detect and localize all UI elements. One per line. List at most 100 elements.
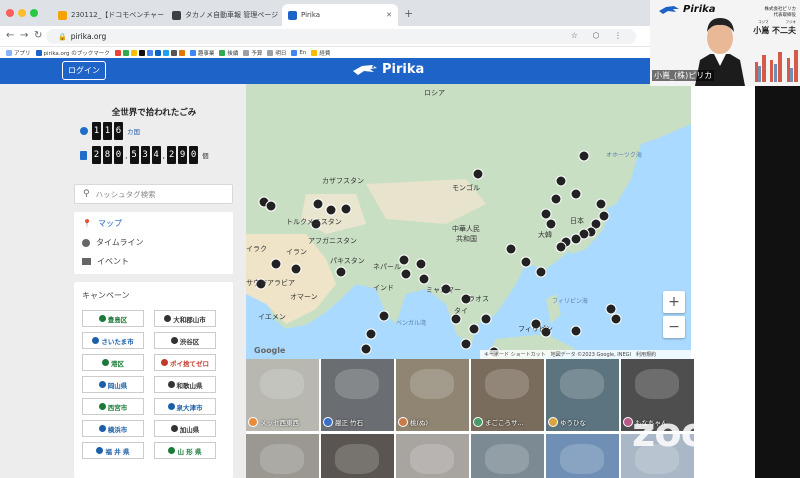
photo-image [485,369,529,399]
trash-photo-card[interactable]: 桃(ぬ) [396,359,469,431]
bookmarks-bar: アプリ pirika.org のブックマーク 趣事業 後續 予算 明日 En 経… [0,47,650,58]
campaign-logo[interactable]: 大和郡山市 [154,310,216,327]
trash-photo-card[interactable] [546,434,619,478]
tab-favicon-icon [58,10,67,20]
campaign-logo-label: 岡山県 [107,381,128,390]
pirika-logo[interactable]: Pirika [352,62,424,77]
digit: 2 [92,146,101,164]
trash-photo-card[interactable]: 巌正 竹石 [321,359,394,431]
map-label: ラオス [468,295,489,303]
browser-tab-active[interactable]: Pirika ✕ [282,4,398,26]
campaign-logo[interactable]: 渋谷区 [154,332,216,349]
login-button[interactable]: ログイン [62,61,106,80]
trash-photo-card[interactable] [246,434,319,478]
bookmark-4[interactable]: 予算 [243,49,262,57]
speaker-video: Pirika 株式会社ピリカ 代表取締役 コジマ フジオ 小嶌 不二夫 小嶌_(… [650,0,800,86]
address-bar[interactable]: 🔒 pirika.org ☆ ⬡ ⋮ [46,29,636,44]
minimize-window-button[interactable] [18,9,26,17]
campaign-logo-label: 大和郡山市 [173,315,206,324]
bookmark-3[interactable]: 後續 [219,49,238,57]
nav-timeline[interactable]: タイムライン [82,237,143,248]
clock-icon [82,238,90,247]
campaign-logo-label: 港区 [111,359,124,368]
campaign-logo-label: 横浜市 [107,425,128,434]
back-icon[interactable]: ← [6,30,14,41]
campaign-logo[interactable]: さいたま市 [82,332,144,349]
user-avatar [248,417,258,427]
campaign-logo[interactable]: 港区 [82,354,144,371]
nav-map-label: マップ [97,219,122,228]
trash-photo-card[interactable]: ゆうひな [546,359,619,431]
user-avatar [473,417,483,427]
left-sidebar: 全世界で拾われたごみ 1 1 6 カ国 2 8 0 , 5 3 4 , 2 9 … [0,84,246,478]
terms-link[interactable]: 利用規約 [636,351,656,358]
trash-can-icon [80,150,87,160]
keyboard-shortcuts-link[interactable]: キーボード ショートカット [484,351,546,358]
bookmark-6[interactable]: En [291,49,306,56]
photo-user: メッセ西東西 [248,417,299,427]
reload-icon[interactable]: ↻ [34,30,42,41]
photo-image [260,369,304,399]
campaign-logo[interactable]: 福 井 県 [82,442,144,459]
bird-logo-icon [353,64,377,75]
map-label: 日本 [570,217,584,225]
digit: 1 [92,122,101,140]
countries-unit: カ国 [127,128,140,136]
bookmark-7[interactable]: 経費 [311,49,330,57]
trash-photo-card[interactable]: メッセ西東西 [246,359,319,431]
hashtag-search-input[interactable]: ⚲ ハッシュタグ検索 [74,184,233,204]
participant-name: 小嶌_(株)ピリカ [652,70,715,81]
trash-photo-card[interactable] [321,434,394,478]
video-role: 代表取締役 [773,13,797,18]
close-window-button[interactable] [6,9,14,17]
forward-icon[interactable]: → [20,30,28,41]
maximize-window-button[interactable] [30,9,38,17]
campaign-logo-label: さいたま市 [101,337,134,346]
campaign-logo[interactable]: 山 形 県 [154,442,216,459]
campaign-logo[interactable]: 横浜市 [82,420,144,437]
trash-photo-card[interactable] [471,434,544,478]
map-attribution: キーボード ショートカット 地図データ ©2023 Google, INEGI … [480,350,691,359]
tab-close-icon[interactable]: ✕ [386,11,392,19]
nav-event[interactable]: イベント [82,256,129,267]
nav-event-label: イベント [97,257,129,266]
campaign-logo[interactable]: 豊島区 [82,310,144,327]
campaign-logo[interactable]: 岡山県 [82,376,144,393]
photo-image [410,369,454,399]
bookmark-2[interactable]: 趣事業 [189,49,214,57]
digit: 0 [114,146,123,164]
bookmark-5[interactable]: 明日 [267,49,286,57]
campaign-logo[interactable]: ポイ捨てゼロ [154,354,216,371]
map-label: ベンガル湾 [396,320,427,327]
nav-timeline-label: タイムライン [96,238,144,247]
trash-photo-card[interactable]: まごころサ... [471,359,544,431]
google-logo: Google [254,346,286,355]
map-label: ミャンマー [426,286,461,294]
trash-photo-card[interactable] [396,434,469,478]
nav-map[interactable]: 📍 マップ [82,218,122,229]
map-label: ロシア [424,89,445,97]
star-icon[interactable]: ☆ ⬡ ⋮ [571,31,628,40]
zoom-out-button[interactable]: − [663,316,685,338]
new-tab-icon[interactable]: + [404,7,413,20]
photo-image [335,444,379,474]
world-map[interactable]: ロシア カザフスタン モンゴル トルクメニスタン アフガニスタン イラン イラク… [246,84,691,359]
browser-tab-1[interactable]: 230112_【ドコモベンチャーズピ ✕ [52,4,164,26]
campaign-emblem-icon [168,447,176,454]
bookmark-apps[interactable]: アプリ [6,49,31,57]
bookmark-icons[interactable] [114,49,185,56]
user-name: まごころサ... [485,419,524,427]
campaign-logo[interactable]: 加山県 [154,420,216,437]
tab-title: Pirika [301,11,321,19]
video-brand: Pirika [683,4,716,15]
campaign-logo[interactable]: 泉大津市 [154,398,216,415]
campaign-emblem-icon [98,315,106,322]
url-text: pirika.org [70,32,107,41]
browser-tab-2[interactable]: タカノメ自動車報 管理ページ ✕ [166,4,280,26]
campaign-emblem-icon [98,425,106,432]
campaign-logo[interactable]: 西宮市 [82,398,144,415]
separator: , [125,150,128,160]
campaign-logo[interactable]: 和歌山県 [154,376,216,393]
bookmark-pirika[interactable]: pirika.org のブックマーク [35,49,110,57]
zoom-in-button[interactable]: + [663,291,685,313]
